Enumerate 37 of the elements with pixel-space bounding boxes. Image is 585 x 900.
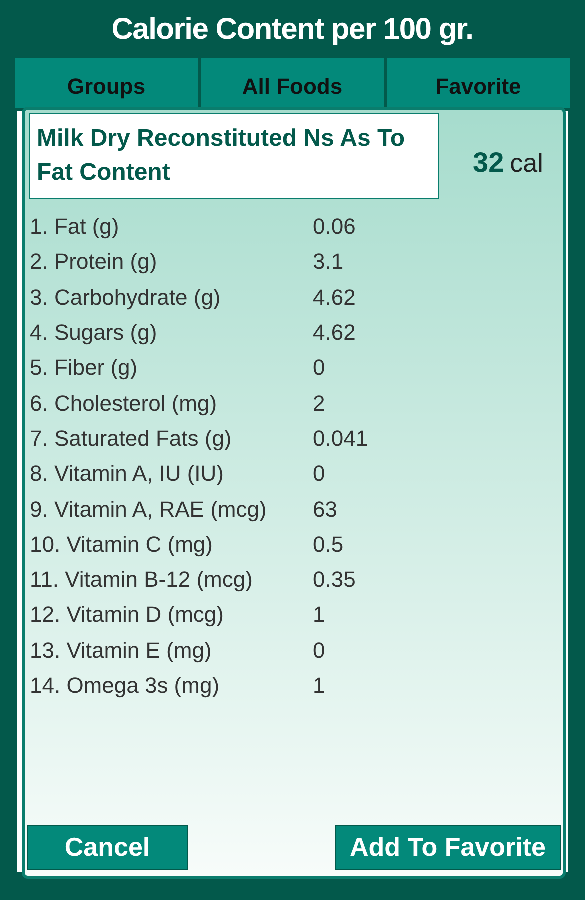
nutrient-label: 7. Saturated Fats (g) <box>30 424 233 453</box>
nutrient-value: 3.1 <box>313 248 344 276</box>
nutrient-value: 0 <box>313 636 326 665</box>
nutrient-label: 3. Carbohydrate (g) <box>30 284 222 312</box>
calorie-value: 32 <box>473 146 504 180</box>
tab[interactable]: Favorite <box>387 58 570 108</box>
app-title: Calorie Content per 100 gr. <box>112 12 474 48</box>
add-favorite-button[interactable]: Add To Favorite <box>335 825 561 870</box>
nutrient-value: 0.041 <box>313 424 368 453</box>
nutrient-value: 2 <box>313 390 326 418</box>
nutrient-value: 4.62 <box>313 319 356 348</box>
nutrient-value: 0 <box>313 354 326 382</box>
nutrient-value: 63 <box>313 496 338 524</box>
nutrient-label: 1. Fat (g) <box>30 213 120 242</box>
nutrient-label: 9. Vitamin A, RAE (mcg) <box>30 496 268 524</box>
nutrient-value: 4.62 <box>313 284 356 312</box>
cancel-button[interactable]: Cancel <box>27 825 188 870</box>
nutrient-label: 2. Protein (g) <box>30 248 158 276</box>
nutrient-value: 0.5 <box>313 530 344 559</box>
food-name: Milk Dry Reconstituted Ns As To Fat Content <box>29 113 439 199</box>
tab[interactable]: All Foods <box>201 58 384 108</box>
nutrient-value: 1 <box>313 601 326 630</box>
calorie-unit: cal <box>510 146 544 180</box>
tab[interactable]: Groups <box>15 58 198 108</box>
nutrient-value: 0.06 <box>313 213 356 242</box>
nutrient-label: 14. Omega 3s (mg) <box>30 672 221 700</box>
nutrient-value: 0.35 <box>313 566 356 594</box>
nutrient-label: 5. Fiber (g) <box>30 354 139 382</box>
nutrient-label: 8. Vitamin A, IU (IU) <box>30 460 225 488</box>
nutrient-label: 12. Vitamin D (mcg) <box>30 601 225 630</box>
nutrient-label: 6. Cholesterol (mg) <box>30 390 218 418</box>
nutrient-label: 11. Vitamin B-12 (mcg) <box>30 566 254 594</box>
nutrient-label: 10. Vitamin C (mg) <box>30 530 214 559</box>
nutrient-label: 13. Vitamin E (mg) <box>30 636 213 665</box>
nutrient-label: 4. Sugars (g) <box>30 319 158 348</box>
nutrient-value: 1 <box>313 672 326 700</box>
nutrient-value: 0 <box>313 460 326 488</box>
